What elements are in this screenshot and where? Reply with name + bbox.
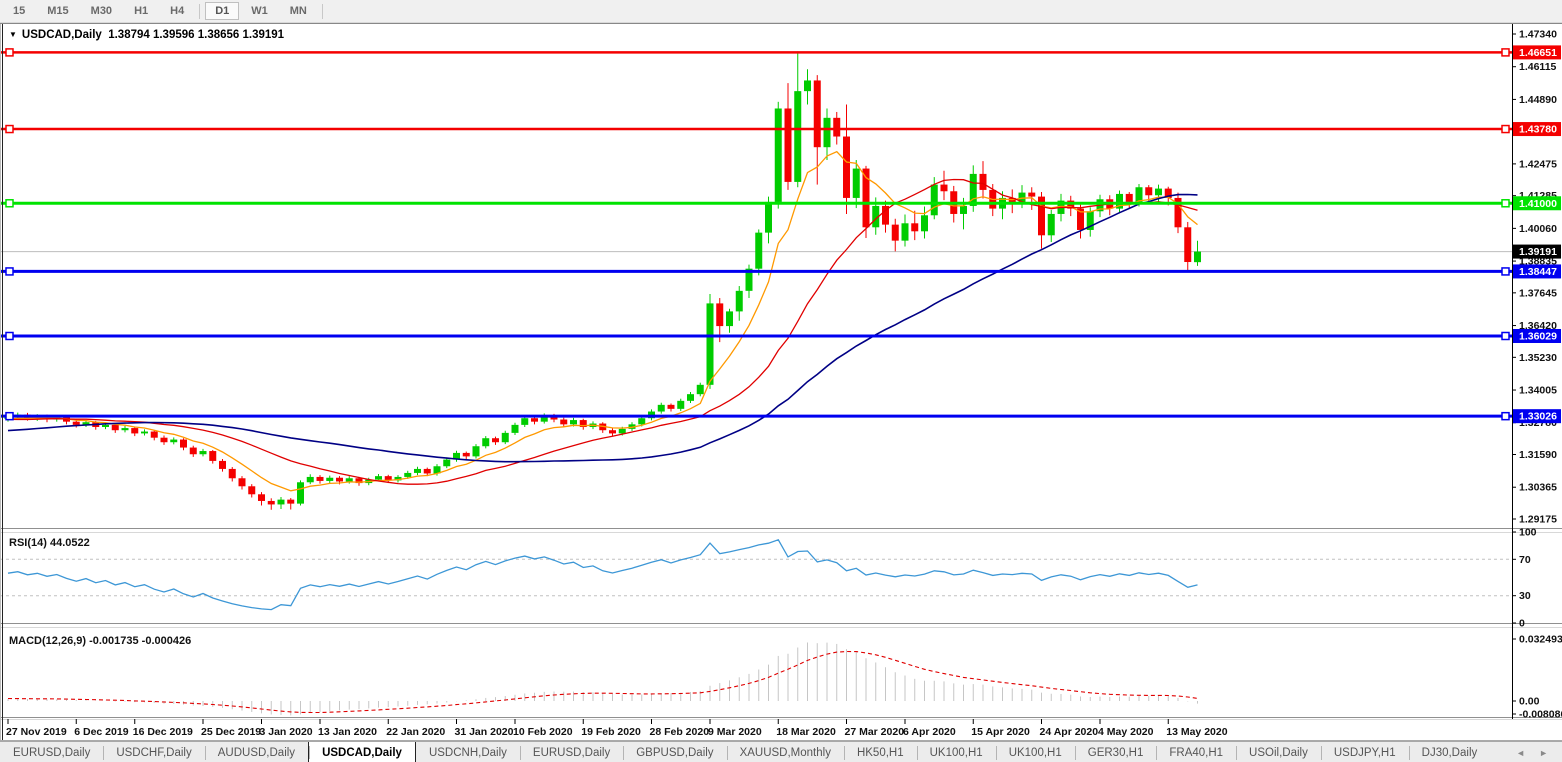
symbol-tab-xauusd-monthly[interactable]: XAUUSD,Monthly (727, 742, 844, 762)
level-line-handle[interactable] (1502, 268, 1509, 275)
timeframe-button-m15[interactable]: M15 (37, 2, 78, 20)
symbol-tab-gbpusd-daily[interactable]: GBPUSD,Daily (623, 742, 726, 762)
date-tick-label: 6 Apr 2020 (903, 726, 956, 738)
price-badge-label: 1.33026 (1519, 411, 1557, 423)
symbol-tab-usdchf-daily[interactable]: USDCHF,Daily (103, 742, 204, 762)
timeframe-button-m30[interactable]: M30 (81, 2, 122, 20)
level-line-handle[interactable] (6, 268, 13, 275)
timeframe-button-15[interactable]: 15 (3, 2, 35, 20)
timeframe-button-h4[interactable]: H4 (160, 2, 194, 20)
date-tick-label: 16 Dec 2019 (133, 726, 193, 738)
price-tick-label: 1.44890 (1519, 94, 1557, 106)
symbol-tab-usdcnh-daily[interactable]: USDCNH,Daily (416, 742, 520, 762)
date-tick-label: 22 Jan 2020 (386, 726, 445, 738)
price-badge: 1.43780 (1513, 122, 1561, 136)
price-tick-label: 1.37645 (1519, 287, 1557, 299)
symbol-tab-fra40-h1[interactable]: FRA40,H1 (1156, 742, 1236, 762)
symbol-tab-eurusd-daily[interactable]: EURUSD,Daily (520, 742, 623, 762)
price-badge: 1.33026 (1513, 409, 1561, 423)
price-tick-label: 1.47340 (1519, 29, 1557, 41)
rsi-tick-label: 0 (1519, 618, 1525, 630)
price-badge-label: 1.36029 (1519, 330, 1557, 342)
price-badge-label: 1.39191 (1519, 246, 1557, 258)
macd-tick-label: -0.008086 (1519, 709, 1562, 721)
level-line-handle[interactable] (6, 49, 13, 56)
date-tick-label: 27 Mar 2020 (845, 726, 905, 738)
price-badge-label: 1.43780 (1519, 124, 1557, 136)
symbol-tab-usdjpy-h1[interactable]: USDJPY,H1 (1321, 742, 1409, 762)
date-tick-label: 24 Apr 2020 (1040, 726, 1099, 738)
date-tick-label: 28 Feb 2020 (650, 726, 710, 738)
symbol-tab-dj30-daily[interactable]: DJ30,Daily (1409, 742, 1491, 762)
symbol-tab-audusd-daily[interactable]: AUDUSD,Daily (205, 742, 308, 762)
price-badge: 1.39191 (1513, 245, 1561, 259)
date-tick-label: 31 Jan 2020 (455, 726, 514, 738)
timeframe-toolbar: 15M15M30H1H4 D1W1MN (0, 0, 1562, 23)
rsi-tick-label: 100 (1519, 527, 1537, 539)
price-tick-label: 1.46115 (1519, 61, 1557, 73)
timeframe-button-mn[interactable]: MN (280, 2, 317, 20)
date-tick-label: 25 Dec 2019 (201, 726, 261, 738)
date-tick-label: 15 Apr 2020 (971, 726, 1030, 738)
level-line-handle[interactable] (6, 413, 13, 420)
timeframe-button-h1[interactable]: H1 (124, 2, 158, 20)
price-tick-label: 1.34005 (1519, 385, 1557, 397)
rsi-tick-label: 70 (1519, 554, 1531, 566)
macd-tick-label: 0.032493 (1519, 634, 1562, 646)
date-tick-label: 4 May 2020 (1098, 726, 1154, 738)
price-badge: 1.38447 (1513, 264, 1561, 278)
symbol-tab-usdcad-daily[interactable]: USDCAD,Daily (308, 742, 416, 762)
tab-scroll-left-icon[interactable]: ◄ (1516, 748, 1525, 758)
symbol-tab-uk100-h1[interactable]: UK100,H1 (996, 742, 1075, 762)
rsi-tick-label: 30 (1519, 590, 1531, 602)
date-tick-label: 13 Jan 2020 (318, 726, 377, 738)
level-line-handle[interactable] (1502, 126, 1509, 133)
price-tick-label: 1.29175 (1519, 513, 1557, 525)
chart-window: 1.473401.461151.448901.424751.412851.400… (0, 23, 1562, 741)
symbol-tab-ger30-h1[interactable]: GER30,H1 (1075, 742, 1157, 762)
price-badge: 1.41000 (1513, 196, 1561, 210)
tab-scroll-right-icon[interactable]: ► (1539, 748, 1548, 758)
price-tick-label: 1.40060 (1519, 223, 1557, 235)
symbol-tab-usoil-daily[interactable]: USOil,Daily (1236, 742, 1321, 762)
level-line-handle[interactable] (1502, 332, 1509, 339)
date-tick-label: 6 Dec 2019 (74, 726, 128, 738)
date-tick-label: 18 Mar 2020 (776, 726, 836, 738)
tab-scroll-nav: ◄► (1502, 742, 1562, 762)
date-tick-label: 9 Mar 2020 (708, 726, 762, 738)
level-line-handle[interactable] (6, 126, 13, 133)
price-badge-label: 1.41000 (1519, 198, 1557, 210)
macd-tick-label: 0.00 (1519, 696, 1540, 708)
level-line-handle[interactable] (1502, 200, 1509, 207)
date-tick-label: 27 Nov 2019 (6, 726, 67, 738)
date-tick-label: 10 Feb 2020 (513, 726, 573, 738)
price-badge: 1.46651 (1513, 45, 1561, 59)
level-line-handle[interactable] (6, 332, 13, 339)
timeframe-button-w1[interactable]: W1 (241, 2, 278, 20)
date-tick-label: 13 May 2020 (1166, 726, 1227, 738)
symbol-tab-uk100-h1[interactable]: UK100,H1 (917, 742, 996, 762)
date-tick-label: 19 Feb 2020 (581, 726, 641, 738)
level-line-handle[interactable] (1502, 49, 1509, 56)
price-tick-label: 1.31590 (1519, 449, 1557, 461)
level-line-handle[interactable] (6, 200, 13, 207)
price-tick-label: 1.30365 (1519, 482, 1557, 494)
level-line-handle[interactable] (1502, 413, 1509, 420)
symbol-tab-bar: EURUSD,DailyUSDCHF,DailyAUDUSD,DailyUSDC… (0, 741, 1562, 762)
symbol-tab-eurusd-daily[interactable]: EURUSD,Daily (0, 742, 103, 762)
timeframe-button-d1[interactable]: D1 (205, 2, 239, 20)
price-tick-label: 1.35230 (1519, 352, 1557, 364)
price-badge: 1.36029 (1513, 329, 1561, 343)
price-badge-label: 1.38447 (1519, 266, 1557, 278)
price-badge-label: 1.46651 (1519, 47, 1557, 59)
symbol-tab-hk50-h1[interactable]: HK50,H1 (844, 742, 917, 762)
price-tick-label: 1.42475 (1519, 158, 1557, 170)
toolbar-separator (322, 4, 323, 19)
date-tick-label: 3 Jan 2020 (260, 726, 313, 738)
price-chart-canvas[interactable]: 1.473401.461151.448901.424751.412851.400… (0, 23, 1562, 741)
toolbar-separator (199, 4, 200, 19)
